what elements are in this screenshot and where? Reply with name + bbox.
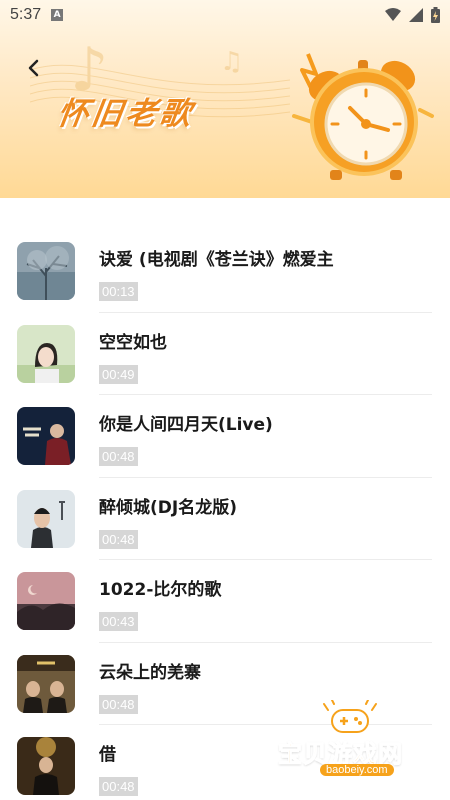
song-item[interactable]: 诀爱 (电视剧《苍兰诀》燃爱主 00:13 (0, 230, 450, 313)
man-portrait-cover (17, 489, 75, 548)
song-duration: 00:13 (99, 282, 138, 301)
song-item[interactable]: 空空如也 00:49 (0, 313, 450, 395)
misty-tree-cover (17, 242, 75, 300)
song-title: 空空如也 (99, 332, 167, 353)
song-title: 诀爱 (电视剧《苍兰诀》燃爱主 (99, 250, 334, 270)
pink-sky-cover (17, 572, 75, 630)
song-duration: 00:43 (99, 612, 138, 631)
song-duration: 00:48 (99, 447, 138, 466)
song-duration: 00:48 (99, 777, 138, 796)
back-chevron-icon (28, 59, 39, 77)
back-button[interactable] (22, 56, 46, 80)
song-duration: 00:48 (99, 529, 138, 549)
watermark-url: baobeiy.com (320, 764, 394, 776)
song-duration: 00:49 (99, 364, 138, 384)
song-item[interactable]: 醉倾城(DJ名龙版) 00:48 (0, 478, 450, 560)
stage-cover (17, 737, 75, 795)
svg-text:♫: ♫ (220, 47, 243, 77)
wifi-icon (385, 8, 401, 21)
a-notification-icon: A (51, 9, 64, 21)
song-title: 1022-比尔的歌 (99, 580, 222, 600)
alarm-clock-illustration (292, 53, 434, 180)
song-duration: 00:48 (99, 694, 138, 714)
gamepad-icon (323, 700, 377, 733)
page-title: 怀旧老歌 (54, 96, 197, 132)
signal-icon (409, 8, 423, 22)
battery-icon (431, 7, 440, 23)
song-title: 你是人间四月天(Live) (99, 415, 273, 435)
status-bar: 5:37 A (0, 0, 450, 30)
watermark: 宝贝游戏网 baobeiy.com (268, 700, 438, 790)
song-title: 醉倾城(DJ名龙版) (99, 497, 237, 518)
song-item[interactable]: 1022-比尔的歌 00:43 (0, 560, 450, 643)
status-icons (385, 7, 440, 23)
singer-dark-cover (17, 407, 75, 465)
header-banner: ♪ ♫ 5:37 A 怀旧老歌 (0, 0, 450, 198)
song-item[interactable]: 你是人间四月天(Live) 00:48 (0, 395, 450, 478)
song-title: 云朵上的羌寨 (99, 662, 201, 683)
girl-portrait-cover (17, 324, 75, 383)
status-time: 5:37 (10, 6, 42, 23)
group-cover (17, 654, 75, 713)
